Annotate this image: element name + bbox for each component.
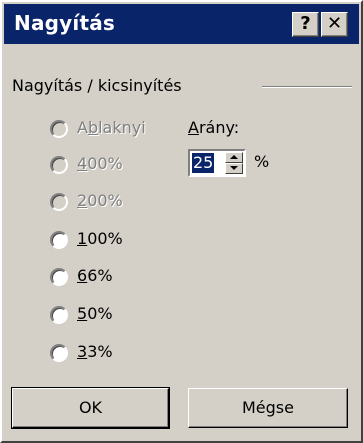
ratio-input[interactable]: 25 — [192, 153, 215, 173]
radio-button[interactable] — [50, 306, 68, 324]
radio-button[interactable] — [50, 344, 68, 362]
percent-unit: % — [254, 152, 270, 171]
radio-label-50: 50% — [77, 304, 113, 323]
radio-button[interactable] — [50, 231, 68, 249]
spin-up-button[interactable] — [225, 152, 243, 163]
ratio-spin-box[interactable]: 25 — [188, 149, 246, 177]
cancel-button[interactable]: Mégse — [188, 388, 348, 428]
zoom-dialog: Nagyítás ? ✕ Nagyítás / kicsinyítés Abla… — [0, 0, 363, 443]
radio-label-400: 400% — [77, 154, 123, 173]
radio-button[interactable] — [50, 268, 68, 286]
title-bar[interactable]: Nagyítás ? ✕ — [4, 4, 359, 44]
radio-button[interactable] — [50, 193, 68, 211]
spin-down-button[interactable] — [225, 163, 243, 174]
ok-button[interactable]: OK — [11, 387, 170, 429]
help-button[interactable]: ? — [292, 12, 319, 37]
radio-label-fit-window: Ablaknyi — [77, 118, 146, 137]
radio-button[interactable] — [50, 120, 68, 138]
spin-down-arrow-icon — [230, 166, 238, 170]
radio-label-33: 33% — [77, 342, 113, 361]
spin-up-arrow-icon — [230, 155, 238, 159]
radio-label-100: 100% — [77, 229, 123, 248]
ratio-label: Arány: — [188, 118, 240, 137]
spin-buttons — [225, 152, 243, 174]
radio-label-200: 200% — [77, 191, 123, 210]
group-divider — [262, 86, 352, 88]
radio-label-66: 66% — [77, 266, 113, 285]
close-button[interactable]: ✕ — [321, 12, 348, 37]
radio-button[interactable] — [50, 156, 68, 174]
zoom-group-label: Nagyítás / kicsinyítés — [12, 76, 182, 95]
dialog-title: Nagyítás — [14, 11, 116, 35]
